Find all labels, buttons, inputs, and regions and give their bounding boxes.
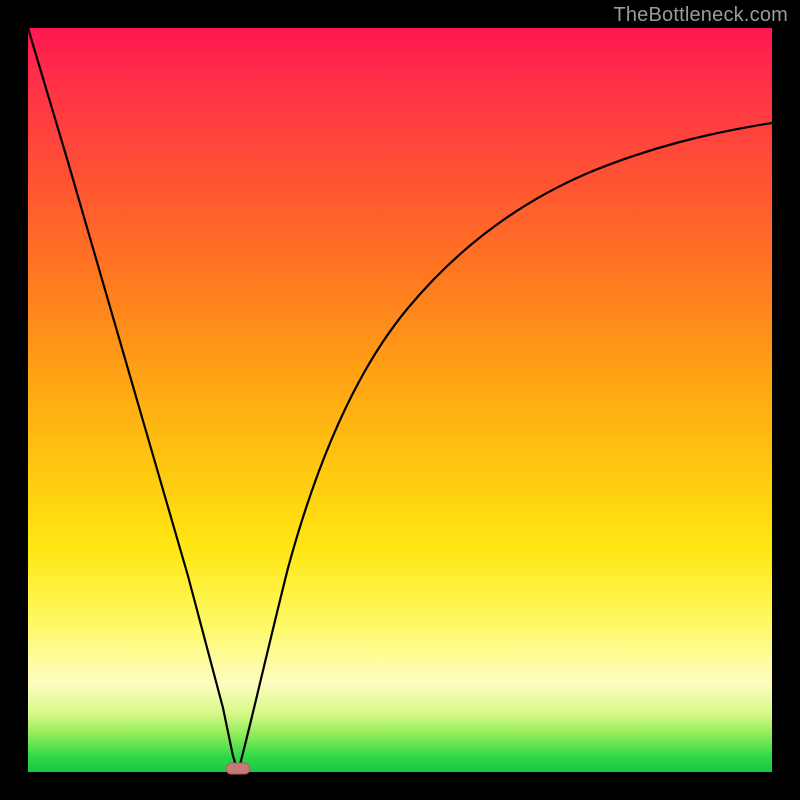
optimum-marker [226, 763, 250, 774]
curve-left-branch [28, 28, 238, 772]
chart-frame: TheBottleneck.com [0, 0, 800, 800]
watermark-text: TheBottleneck.com [613, 4, 788, 27]
plot-area [28, 28, 772, 772]
bottleneck-curve-svg [28, 28, 772, 772]
curve-right-branch [238, 123, 772, 772]
